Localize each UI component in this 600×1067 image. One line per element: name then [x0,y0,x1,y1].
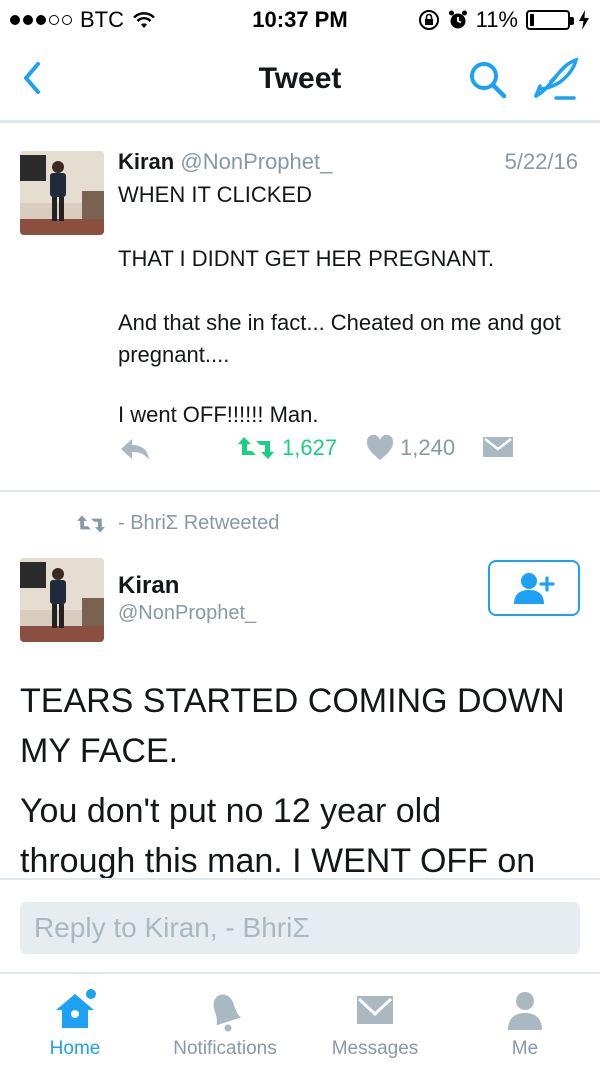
tweet-text-line: MY FACE. [20,732,179,770]
battery-icon [526,10,574,30]
avatar[interactable] [20,151,104,235]
reply-button[interactable] [118,435,152,463]
heart-icon [366,435,394,460]
retweet-button[interactable]: 1,627 [236,435,337,461]
tweet-date: 5/22/16 [504,149,578,174]
avatar-photo [20,558,104,642]
status-right: 11% [418,7,590,33]
compose-icon [534,57,579,100]
reply-bar [0,878,600,974]
bell-icon [213,994,242,1032]
tab-bar: Home Notifications Messages Me [0,976,600,1067]
parent-tweet[interactable]: Kiran @NonProphet_ 5/22/16 WHEN IT CLICK… [0,122,600,492]
tab-home[interactable]: Home [0,976,150,1067]
share-dm-button[interactable] [482,435,514,459]
retweet-icon [238,437,274,459]
author-handle[interactable]: @NonProphet_ [180,149,332,174]
like-count: 1,240 [400,435,456,460]
nav-bar: Tweet [0,40,600,122]
status-bar: BTC 10:37 PM 11% [0,0,600,40]
tweet-text-line: You don't put no 12 year old [20,792,442,830]
tab-label: Messages [331,1038,419,1059]
tweet-text-line: And that she in fact... Cheated on me an… [118,310,561,367]
avatar-photo [20,151,104,235]
reply-input[interactable] [20,902,580,954]
tweet-actions: 1,627 1,240 [118,435,558,475]
envelope-icon [357,996,393,1024]
tweet-text-line: TEARS STARTED COMING DOWN [20,682,565,720]
tab-label: Me [511,1038,539,1059]
tab-messages[interactable]: Messages [300,976,450,1067]
author-line: Kiran @NonProphet_ [118,149,332,175]
reply-icon [121,439,149,460]
retweeted-by-text[interactable]: - BhriΣ Retweeted [118,512,279,535]
search-button[interactable] [466,58,510,102]
author-handle[interactable]: @NonProphet_ [118,602,256,625]
compose-button[interactable] [530,56,580,102]
retweet-icon [77,515,105,533]
tweet-text-line: WHEN IT CLICKED [118,182,312,207]
author-name[interactable]: Kiran [118,149,174,174]
tab-label: Notifications [173,1038,277,1059]
author-name[interactable]: Kiran [118,572,179,600]
tab-label: Home [49,1038,101,1059]
follow-button[interactable] [488,560,580,616]
tweet-text-line: THAT I DIDNT GET HER PREGNANT. [118,246,495,271]
person-icon [508,992,542,1030]
add-user-icon [514,573,555,604]
retweet-count: 1,627 [282,435,338,460]
rotation-lock-icon [418,10,439,30]
battery-percent: 11% [475,7,518,32]
page-title: Tweet [258,62,342,95]
charging-bolt-icon [579,10,589,30]
like-button[interactable]: 1,240 [366,435,455,461]
tab-notifications[interactable]: Notifications [150,976,300,1067]
retweeted-by-label: - BhriΣ Retweeted [0,492,600,552]
alarm-icon [448,10,467,29]
tweet-text-line: I went OFF!!!!!! Man. [118,402,319,427]
tab-me[interactable]: Me [450,976,600,1067]
avatar[interactable] [20,558,104,642]
main-tweet: Kiran @NonProphet_ TEARS STARTED COMING … [0,552,600,880]
battery-level [530,14,534,26]
home-icon [56,989,96,1028]
search-icon [470,62,507,99]
envelope-icon [483,437,513,457]
